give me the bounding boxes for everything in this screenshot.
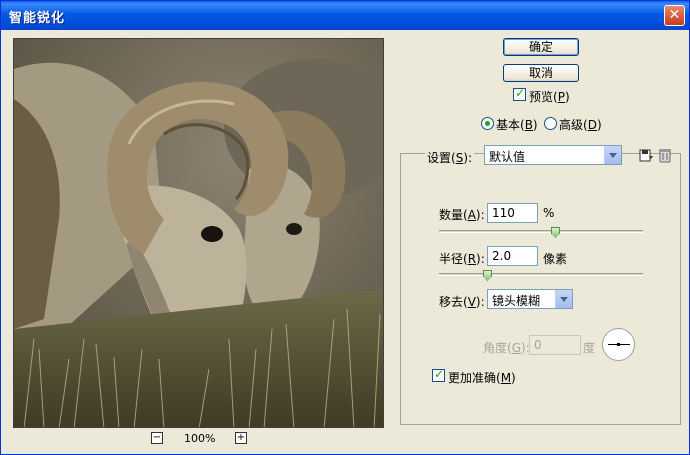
advanced-radio[interactable] xyxy=(544,117,557,130)
checkmark-icon: ✓ xyxy=(434,367,445,381)
remove-select[interactable]: 镜头模糊 xyxy=(487,289,573,309)
preview-checkbox[interactable]: ✓ xyxy=(513,86,526,101)
angle-dial[interactable] xyxy=(602,328,635,361)
window-title: 智能锐化 xyxy=(9,11,66,26)
smart-sharpen-dialog: 智能锐化 ✕ − 100% + 确定 取消 ✓ 预览(P) 基本(B) 高级(D… xyxy=(0,0,690,455)
cancel-button[interactable]: 取消 xyxy=(503,64,579,82)
chevron-down-icon xyxy=(604,146,621,164)
more-accurate-label[interactable]: 更加准确(M) xyxy=(448,369,516,386)
settings-value: 默认值 xyxy=(489,150,526,164)
preview-image[interactable] xyxy=(13,38,384,428)
settings-label: 设置(S): xyxy=(425,149,475,166)
radius-label: 半径(R): xyxy=(439,252,485,266)
ok-button[interactable]: 确定 xyxy=(503,38,579,56)
zoom-level: 100% xyxy=(184,432,216,445)
remove-label: 移去(V): xyxy=(439,295,485,309)
chevron-down-icon xyxy=(555,290,572,308)
amount-label: 数量(A): xyxy=(439,208,485,222)
zoom-in-button[interactable]: + xyxy=(235,432,247,444)
basic-label[interactable]: 基本(B) xyxy=(496,116,538,133)
close-icon: ✕ xyxy=(668,7,681,23)
settings-select[interactable]: 默认值 xyxy=(484,145,622,165)
angle-center xyxy=(617,343,620,346)
radio-dot-icon xyxy=(485,121,490,126)
advanced-label[interactable]: 高级(D) xyxy=(559,116,602,133)
angle-label: 角度(G): xyxy=(483,341,530,355)
angle-input[interactable]: 0 xyxy=(529,335,581,355)
zoom-out-button[interactable]: − xyxy=(151,432,163,444)
remove-value: 镜头模糊 xyxy=(492,294,541,308)
amount-input[interactable]: 110 xyxy=(487,203,538,223)
amount-unit: % xyxy=(543,206,555,220)
minus-icon: − xyxy=(152,432,162,443)
basic-radio[interactable] xyxy=(481,117,494,130)
close-button[interactable]: ✕ xyxy=(664,5,685,26)
plus-icon: + xyxy=(236,432,246,443)
trash-icon[interactable] xyxy=(657,147,673,163)
bighorn-sheep-image xyxy=(14,39,383,427)
title-bar[interactable]: 智能锐化 ✕ xyxy=(1,1,689,30)
save-settings-icon[interactable] xyxy=(638,147,654,163)
radius-unit: 像素 xyxy=(543,252,568,266)
more-accurate-checkbox[interactable]: ✓ xyxy=(432,367,445,382)
preview-label[interactable]: 预览(P) xyxy=(529,88,570,105)
radius-slider-track[interactable] xyxy=(439,273,643,276)
angle-unit: 度 xyxy=(583,341,596,355)
radius-input[interactable]: 2.0 xyxy=(487,246,538,266)
amount-slider-track[interactable] xyxy=(439,230,643,233)
checkmark-icon: ✓ xyxy=(515,86,526,100)
